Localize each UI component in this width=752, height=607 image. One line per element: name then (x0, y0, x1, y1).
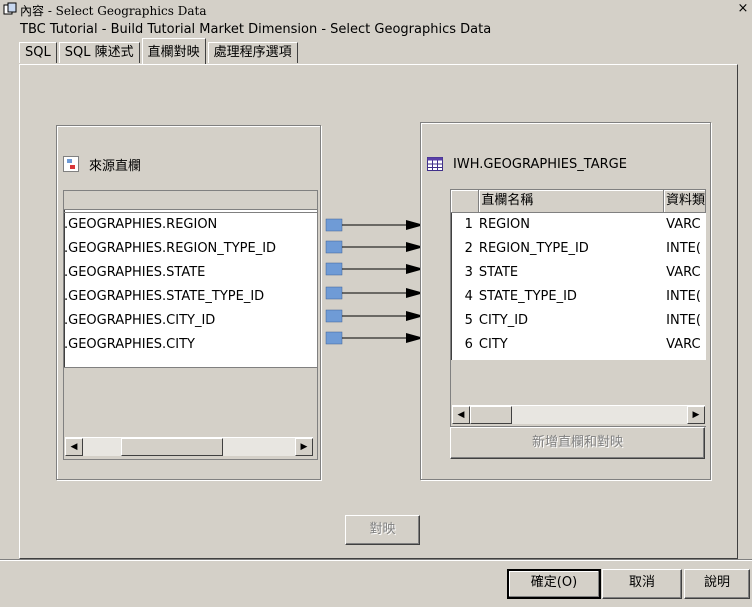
ok-button[interactable]: 確定(O) (507, 569, 601, 599)
source-columns-icon (63, 156, 79, 172)
row-data-type: VARC (666, 217, 701, 232)
row-column-name: REGION_TYPE_ID (478, 241, 589, 256)
col-header-type[interactable]: 資料類 (664, 190, 706, 212)
tab-sql-statement[interactable]: SQL 陳述式 (58, 42, 140, 63)
row-number: 5 (464, 313, 473, 328)
help-button[interactable]: 說明 (684, 569, 750, 599)
table-row[interactable]: 4 STATE_TYPE_ID INTE( (451, 285, 706, 309)
target-panel-title: IWH.GEOGRAPHIES_TARGE (453, 156, 627, 172)
row-data-type: INTE( (666, 241, 701, 256)
grid-corner (451, 190, 480, 212)
scroll-thumb[interactable] (121, 438, 223, 456)
page-subtitle: TBC Tutorial - Build Tutorial Market Dim… (20, 22, 492, 37)
table-row[interactable]: 5 CITY_ID INTE( (451, 309, 706, 333)
source-panel-header: 來源直欄 (63, 146, 314, 182)
table-row[interactable]: 6 CITY VARC (451, 333, 706, 357)
scroll-thumb[interactable] (470, 406, 512, 424)
row-data-type: INTE( (666, 313, 701, 328)
col-header-name[interactable]: 直欄名稱 (479, 190, 664, 212)
source-column-list[interactable]: .GEOGRAPHIES.REGION .GEOGRAPHIES.REGION_… (63, 190, 318, 460)
row-number: 6 (464, 337, 473, 352)
source-list-header (64, 191, 317, 210)
table-row[interactable]: 3 STATE VARC (451, 261, 706, 285)
row-column-name: CITY_ID (478, 313, 529, 328)
tab-column-mapping[interactable]: 直欄對映 (141, 38, 206, 64)
scroll-right-icon[interactable]: ▶ (687, 406, 705, 424)
cancel-button[interactable]: 取消 (602, 569, 682, 599)
close-icon[interactable]: × (734, 0, 752, 18)
tab-process-options[interactable]: 處理程序選項 (207, 42, 298, 63)
table-row[interactable]: 2 REGION_TYPE_ID INTE( (451, 237, 706, 261)
target-grid-header: 直欄名稱 資料類 (451, 190, 706, 213)
source-hscrollbar[interactable]: ◀ ▶ (65, 437, 313, 456)
scroll-right-icon[interactable]: ▶ (295, 438, 313, 456)
row-data-type: INTE( (666, 289, 701, 304)
row-data-type: VARC (666, 265, 701, 280)
map-button[interactable]: 對映 (345, 515, 420, 545)
row-number: 2 (464, 241, 473, 256)
target-column-grid[interactable]: 直欄名稱 資料類 1 REGION VARC 2 REGION_TYPE_ID … (450, 189, 706, 427)
row-number: 3 (464, 265, 473, 280)
tab-sql[interactable]: SQL (19, 42, 57, 63)
source-column-row[interactable]: .GEOGRAPHIES.REGION (64, 213, 317, 237)
tab-bar: SQL SQL 陳述式 直欄對映 處理程序選項 (19, 38, 300, 64)
footer-separator (0, 559, 752, 561)
row-number: 1 (464, 217, 473, 232)
source-column-row[interactable]: .GEOGRAPHIES.REGION_TYPE_ID (64, 237, 317, 261)
source-panel: 來源直欄 .GEOGRAPHIES.REGION .GEOGRAPHIES.RE… (56, 125, 321, 480)
scroll-left-icon[interactable]: ◀ (65, 438, 83, 456)
source-column-row[interactable]: .GEOGRAPHIES.CITY_ID (64, 309, 317, 333)
window-title: 內容 - Select Geographics Data (20, 4, 207, 18)
title-bar: 內容 - Select Geographics Data × (0, 0, 752, 20)
target-panel: IWH.GEOGRAPHIES_TARGE 直欄名稱 資料類 1 REGION … (420, 122, 711, 480)
scroll-left-icon[interactable]: ◀ (452, 406, 470, 424)
row-column-name: CITY (478, 337, 508, 352)
source-column-row[interactable]: .GEOGRAPHIES.STATE_TYPE_ID (64, 285, 317, 309)
target-hscrollbar[interactable]: ◀ ▶ (452, 405, 705, 424)
source-column-row[interactable]: .GEOGRAPHIES.STATE (64, 261, 317, 285)
table-icon (427, 157, 443, 171)
row-column-name: REGION (478, 217, 531, 232)
target-panel-header: IWH.GEOGRAPHIES_TARGE (427, 146, 704, 182)
row-number: 4 (464, 289, 473, 304)
table-row[interactable]: 1 REGION VARC (451, 213, 706, 237)
add-column-and-map-button[interactable]: 新增直欄和對映 (450, 427, 705, 459)
app-icon (3, 2, 17, 15)
row-column-name: STATE_TYPE_ID (478, 289, 577, 304)
row-data-type: VARC (666, 337, 701, 352)
row-column-name: STATE (478, 265, 519, 280)
source-column-row[interactable]: .GEOGRAPHIES.CITY (64, 333, 317, 357)
source-panel-title: 來源直欄 (89, 158, 142, 174)
